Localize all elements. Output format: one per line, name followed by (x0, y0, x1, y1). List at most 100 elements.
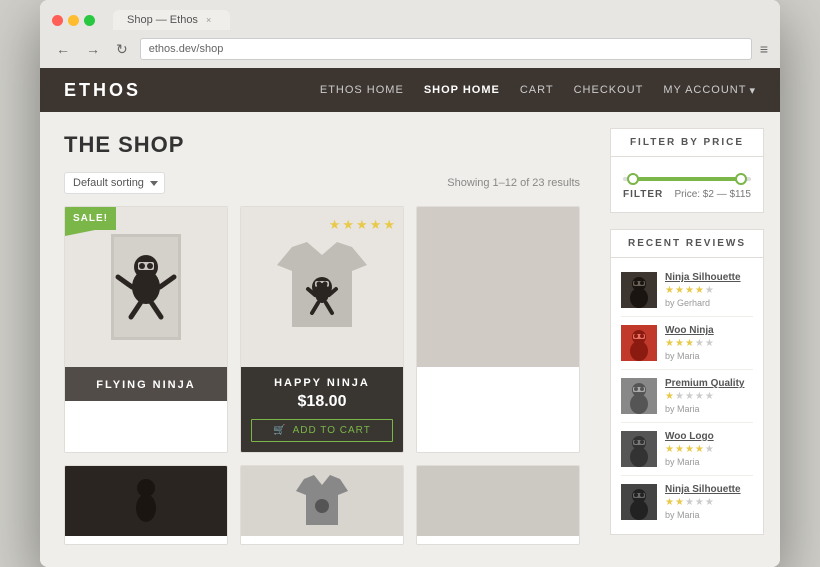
product-card-happy-ninja[interactable]: ★ ★ ★ ★ ★ (240, 206, 404, 453)
price-range-text: Price: $2 — $115 (674, 189, 751, 200)
nav-cart[interactable]: CART (520, 84, 554, 96)
close-traffic-light[interactable] (52, 15, 63, 26)
sale-badge: SALE! (65, 207, 116, 230)
review-ninja-svg-2 (621, 325, 657, 361)
review-ninja-svg-1 (621, 272, 657, 308)
add-to-cart-happy-ninja[interactable]: 🛒 ADD TO CART (251, 419, 393, 442)
product-image-3 (417, 207, 579, 367)
review-author-5: by Maria (665, 510, 753, 520)
tab-close-icon[interactable]: × (206, 15, 216, 25)
review-product-name-3[interactable]: Premium Quality (665, 378, 753, 389)
filter-price-title: FILTER BY PRICE (610, 128, 764, 157)
shop-toolbar: Default sorting Showing 1–12 of 23 resul… (64, 172, 580, 194)
review-ninja-svg-5 (621, 484, 657, 520)
review-author-3: by Maria (665, 404, 753, 414)
browser-menu-icon[interactable]: ≡ (760, 41, 768, 57)
chevron-down-icon: ▾ (749, 84, 756, 97)
review-author-2: by Maria (665, 351, 753, 361)
product-title-happy: HAPPY NINJA (251, 377, 393, 389)
traffic-lights (52, 15, 95, 26)
page-title-row: THE SHOP (64, 132, 580, 158)
filter-price-body: FILTER Price: $2 — $115 (610, 157, 764, 213)
nav-my-account[interactable]: MY ACCOUNT ▾ (663, 84, 756, 97)
results-text: Showing 1–12 of 23 results (447, 177, 580, 189)
product-card-bottom-3[interactable] (416, 465, 580, 545)
star-2: ★ (342, 217, 354, 233)
product-name-overlay-flying: FLYING NINJA (65, 367, 227, 401)
review-item-3: Premium Quality ★★★★★ by Maria (621, 370, 753, 423)
review-stars-3: ★★★★★ (665, 391, 753, 402)
product-image-flying-ninja: SALE! (65, 207, 227, 367)
bottom-ninja-1-svg (126, 476, 166, 526)
slider-thumb-left[interactable] (627, 173, 639, 185)
main-area: THE SHOP Default sorting Showing 1–12 of… (40, 112, 600, 567)
site-nav: ETHOS HOME SHOP HOME CART CHECKOUT MY AC… (320, 84, 756, 97)
price-slider-fill (629, 177, 744, 181)
review-info-5: Ninja Silhouette ★★★★★ by Maria (665, 484, 753, 520)
review-item-4: Woo Logo ★★★★★ by Maria (621, 423, 753, 476)
browser-chrome: Shop — Ethos × ← → ↻ ≡ (40, 0, 780, 68)
review-stars-5: ★★★★★ (665, 497, 753, 508)
browser-tab[interactable]: Shop — Ethos × (113, 10, 230, 30)
review-thumb-2 (621, 325, 657, 361)
flying-ninja-svg (106, 232, 186, 342)
review-thumb-5 (621, 484, 657, 520)
review-author-4: by Maria (665, 457, 753, 467)
happy-ninja-svg (272, 237, 372, 337)
nav-checkout[interactable]: CHECKOUT (574, 84, 644, 96)
recent-reviews-body: Ninja Silhouette ★★★★★ by Gerhard (610, 258, 764, 535)
stars-overlay: ★ ★ ★ ★ ★ (329, 217, 395, 233)
review-item-1: Ninja Silhouette ★★★★★ by Gerhard (621, 264, 753, 317)
filter-button[interactable]: FILTER (623, 189, 663, 200)
review-info-1: Ninja Silhouette ★★★★★ by Gerhard (665, 272, 753, 308)
review-stars-2: ★★★★★ (665, 338, 753, 349)
review-product-name-2[interactable]: Woo Ninja (665, 325, 753, 336)
product-image-bottom-3 (417, 466, 579, 536)
sort-select[interactable]: Default sorting (64, 172, 165, 194)
product-image-bottom-2 (241, 466, 403, 536)
review-product-name-4[interactable]: Woo Logo (665, 431, 753, 442)
site-logo[interactable]: ETHOS (64, 80, 141, 101)
review-info-2: Woo Ninja ★★★★★ by Maria (665, 325, 753, 361)
maximize-traffic-light[interactable] (84, 15, 95, 26)
review-item-5: Ninja Silhouette ★★★★★ by Maria (621, 476, 753, 528)
filter-price-widget: FILTER BY PRICE FILTER Price: $2 — $115 (610, 128, 764, 213)
site-content: THE SHOP Default sorting Showing 1–12 of… (40, 112, 780, 567)
nav-ethos-home[interactable]: ETHOS HOME (320, 84, 404, 96)
review-product-name-5[interactable]: Ninja Silhouette (665, 484, 753, 495)
star-5: ★ (383, 217, 395, 233)
back-button[interactable]: ← (52, 39, 74, 59)
cart-icon: 🛒 (273, 425, 286, 436)
nav-shop-home[interactable]: SHOP HOME (424, 84, 500, 96)
review-info-4: Woo Logo ★★★★★ by Maria (665, 431, 753, 467)
recent-reviews-widget: RECENT REVIEWS (610, 229, 764, 535)
refresh-button[interactable]: ↻ (112, 39, 132, 60)
price-filter-row: FILTER Price: $2 — $115 (623, 189, 751, 200)
product-name-flying: FLYING NINJA (96, 379, 195, 391)
price-slider-track[interactable] (623, 177, 751, 181)
review-product-name-1[interactable]: Ninja Silhouette (665, 272, 753, 283)
minimize-traffic-light[interactable] (68, 15, 79, 26)
products-grid: SALE! (64, 206, 580, 453)
tab-label: Shop — Ethos (127, 14, 198, 26)
review-stars-1: ★★★★★ (665, 285, 753, 296)
recent-reviews-title: RECENT REVIEWS (610, 229, 764, 258)
forward-button[interactable]: → (82, 39, 104, 59)
browser-window: Shop — Ethos × ← → ↻ ≡ ETHOS ETHOS HOME … (40, 0, 780, 567)
review-ninja-svg-3 (621, 378, 657, 414)
star-1: ★ (329, 217, 341, 233)
review-info-3: Premium Quality ★★★★★ by Maria (665, 378, 753, 414)
product-card-bottom-1[interactable] (64, 465, 228, 545)
product-overlay-dark: HAPPY NINJA $18.00 🛒 ADD TO CART (241, 367, 403, 452)
product-card-3[interactable] (416, 206, 580, 453)
product-image-happy-ninja: ★ ★ ★ ★ ★ (241, 207, 403, 367)
product-card-flying-ninja[interactable]: SALE! (64, 206, 228, 453)
slider-thumb-right[interactable] (735, 173, 747, 185)
product-card-bottom-2[interactable] (240, 465, 404, 545)
address-bar[interactable] (140, 38, 752, 60)
review-ninja-svg-4 (621, 431, 657, 467)
review-thumb-4 (621, 431, 657, 467)
address-row: ← → ↻ ≡ (52, 38, 768, 68)
review-stars-4: ★★★★★ (665, 444, 753, 455)
review-author-1: by Gerhard (665, 298, 753, 308)
